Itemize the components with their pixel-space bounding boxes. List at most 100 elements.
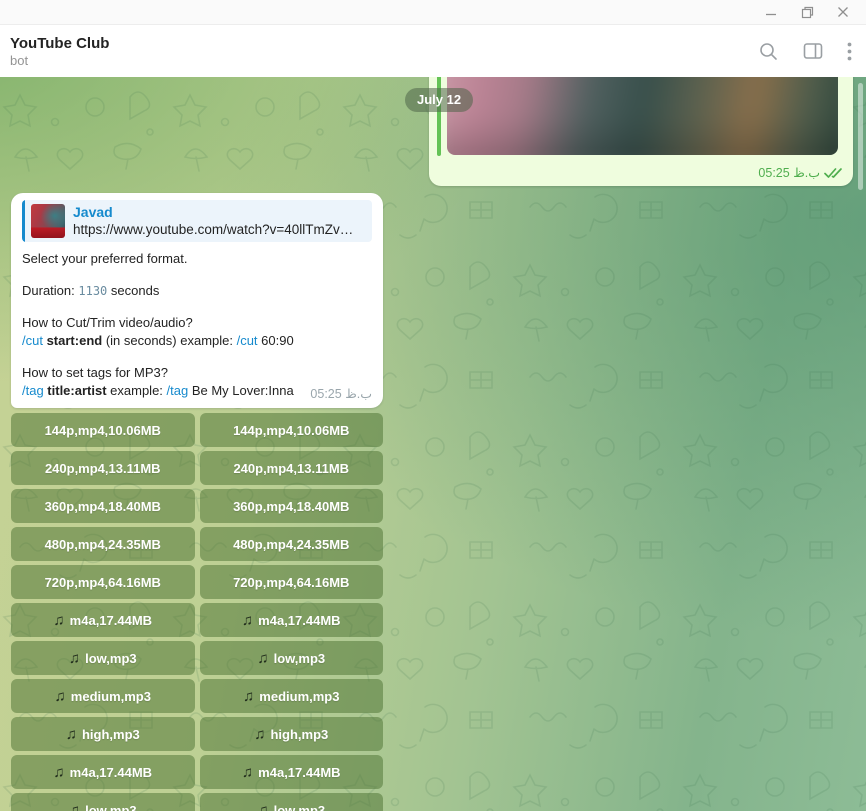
reply-quote[interactable]: Javad https://www.youtube.com/watch?v=40… — [22, 200, 372, 242]
double-check-icon — [824, 167, 843, 179]
cut-command-link[interactable]: /cut — [237, 333, 258, 348]
body-line: Select your preferred format. — [22, 250, 372, 268]
quote-thumbnail — [31, 204, 65, 238]
keyboard-button-label: low,mp3 — [85, 803, 137, 811]
keyboard-button-label: 480p,mp4,24.35MB — [233, 537, 349, 552]
keyboard-button[interactable]: 480p,mp4,24.35MB — [11, 527, 195, 561]
cut-tail: 60:90 — [258, 333, 294, 348]
music-note-icon: ♫ — [53, 765, 64, 780]
page-title: YouTube Club — [10, 34, 109, 53]
keyboard-button[interactable]: 240p,mp4,13.11MB — [200, 451, 384, 485]
keyboard-button-label: 144p,mp4,10.06MB — [45, 423, 161, 438]
keyboard-button[interactable]: ♫ high,mp3 — [11, 717, 195, 751]
keyboard-button[interactable]: 720p,mp4,64.16MB — [200, 565, 384, 599]
keyboard-button-label: 240p,mp4,13.11MB — [45, 461, 161, 476]
duration-value: 1130 — [78, 284, 107, 298]
keyboard-button[interactable]: ♫high,mp3 — [200, 717, 384, 751]
quote-bar — [22, 200, 25, 242]
keyboard-button[interactable]: ♫ low,mp3 — [11, 793, 195, 811]
scrollbar-thumb[interactable] — [858, 83, 863, 190]
keyboard-button[interactable]: 144p,mp4,10.06MB — [200, 413, 384, 447]
keyboard-button[interactable]: ♫ m4a,17.44MB — [200, 755, 384, 789]
peer-info[interactable]: YouTube Club bot — [10, 34, 109, 69]
cut-command-link[interactable]: /cut — [22, 333, 43, 348]
telegram-window: YouTube Club bot — [0, 0, 866, 811]
keyboard-button-label: m4a,17.44MB — [70, 613, 152, 628]
keyboard-button[interactable]: 480p,mp4,24.35MB — [200, 527, 384, 561]
quote-author[interactable]: Javad — [73, 203, 364, 221]
cut-text: (in seconds) example: — [106, 333, 237, 348]
minimize-button[interactable] — [760, 3, 782, 21]
restore-button[interactable] — [796, 3, 818, 21]
message-time: 05:25 ب.ظ — [310, 386, 372, 401]
tag-question: How to set tags for MP3? — [22, 365, 168, 380]
keyboard-button[interactable]: 144p,mp4,10.06MB — [11, 413, 195, 447]
keyboard-button-label: m4a,17.44MB — [70, 765, 152, 780]
chat-area: 05:25 ب.ظ July 12 Javad https://www.yout… — [0, 77, 866, 811]
keyboard-button-label: low,mp3 — [274, 651, 326, 666]
titlebar — [0, 0, 866, 25]
tag-command-link[interactable]: /tag — [22, 383, 44, 398]
keyboard-button-label: low,mp3 — [274, 803, 326, 811]
sidebar-toggle-icon[interactable] — [803, 42, 823, 60]
bot-message: Javad https://www.youtube.com/watch?v=40… — [11, 193, 383, 408]
close-button[interactable] — [832, 3, 854, 21]
tag-bold: title:artist — [44, 383, 110, 398]
chat-header[interactable]: YouTube Club bot — [0, 25, 866, 77]
quote-url[interactable]: https://www.youtube.com/watch?v=40llTmZv… — [73, 221, 364, 239]
keyboard-button-label: m4a,17.44MB — [258, 765, 340, 780]
tag-tail: Be My Lover:Inna — [188, 383, 294, 398]
close-icon — [837, 6, 849, 18]
keyboard-button-label: medium,mp3 — [259, 689, 339, 704]
date-badge[interactable]: July 12 — [405, 88, 473, 112]
body-line: Duration: 1130 seconds — [22, 282, 372, 300]
keyboard-button-label: high,mp3 — [82, 727, 140, 742]
tag-text: example: — [110, 383, 166, 398]
quote-texts: Javad https://www.youtube.com/watch?v=40… — [73, 203, 372, 239]
music-note-icon: ♫ — [242, 765, 253, 780]
window-controls — [760, 3, 866, 21]
keyboard-button-label: 360p,mp4,18.40MB — [45, 499, 161, 514]
keyboard-button-label: 720p,mp4,64.16MB — [233, 575, 349, 590]
keyboard-button[interactable]: ♫low,mp3 — [200, 641, 384, 675]
tag-command-link[interactable]: /tag — [167, 383, 189, 398]
peer-status: bot — [10, 53, 109, 69]
inline-keyboard: 144p,mp4,10.06MB 144p,mp4,10.06MB 240p,mp4… — [11, 413, 383, 811]
keyboard-button[interactable]: 720p,mp4,64.16MB — [11, 565, 195, 599]
keyboard-button[interactable]: ♫ low,mp3 — [11, 641, 195, 675]
keyboard-button[interactable]: 360p,mp4,18.40MB — [11, 489, 195, 523]
keyboard-button[interactable]: ♫ m4a,17.44MB — [11, 755, 195, 789]
outgoing-message: 05:25 ب.ظ — [429, 77, 853, 186]
cut-question: How to Cut/Trim video/audio? — [22, 315, 193, 330]
keyboard-button-label: 360p,mp4,18.40MB — [233, 499, 349, 514]
restore-icon — [801, 6, 814, 19]
keyboard-button-label: medium,mp3 — [71, 689, 151, 704]
duration-label: Duration: — [22, 283, 78, 298]
keyboard-button[interactable]: 240p,mp4,13.11MB — [11, 451, 195, 485]
music-note-icon: ♫ — [242, 613, 253, 628]
keyboard-button[interactable]: ♫m4a,17.44MB — [200, 603, 384, 637]
keyboard-button-label: low,mp3 — [85, 651, 137, 666]
search-icon[interactable] — [758, 41, 779, 62]
music-note-icon: ♫ — [243, 689, 254, 704]
header-actions — [758, 41, 852, 62]
keyboard-button[interactable]: ♫ medium,mp3 — [200, 679, 384, 713]
menu-kebab-icon[interactable] — [847, 42, 852, 61]
music-note-icon: ♫ — [55, 689, 66, 704]
music-note-icon: ♫ — [66, 727, 77, 742]
music-note-icon: ♫ — [69, 803, 80, 811]
link-preview-image[interactable] — [447, 77, 838, 155]
keyboard-button[interactable]: ♫ medium,mp3 — [11, 679, 195, 713]
keyboard-button[interactable]: 360p,mp4,18.40MB — [200, 489, 384, 523]
keyboard-button-label: 480p,mp4,24.35MB — [45, 537, 161, 552]
message-body: Select your preferred format. Duration: … — [22, 250, 372, 400]
keyboard-button-label: 240p,mp4,13.11MB — [233, 461, 349, 476]
keyboard-button-label: 144p,mp4,10.06MB — [233, 423, 349, 438]
keyboard-button-label: high,mp3 — [270, 727, 328, 742]
music-note-icon: ♫ — [69, 651, 80, 666]
keyboard-button[interactable]: ♫m4a,17.44MB — [11, 603, 195, 637]
keyboard-button[interactable]: ♫ low,mp3 — [200, 793, 384, 811]
music-note-icon: ♫ — [257, 803, 268, 811]
message-time: 05:25 ب.ظ — [758, 165, 820, 180]
body-line: How to Cut/Trim video/audio? /cut start:… — [22, 314, 372, 350]
